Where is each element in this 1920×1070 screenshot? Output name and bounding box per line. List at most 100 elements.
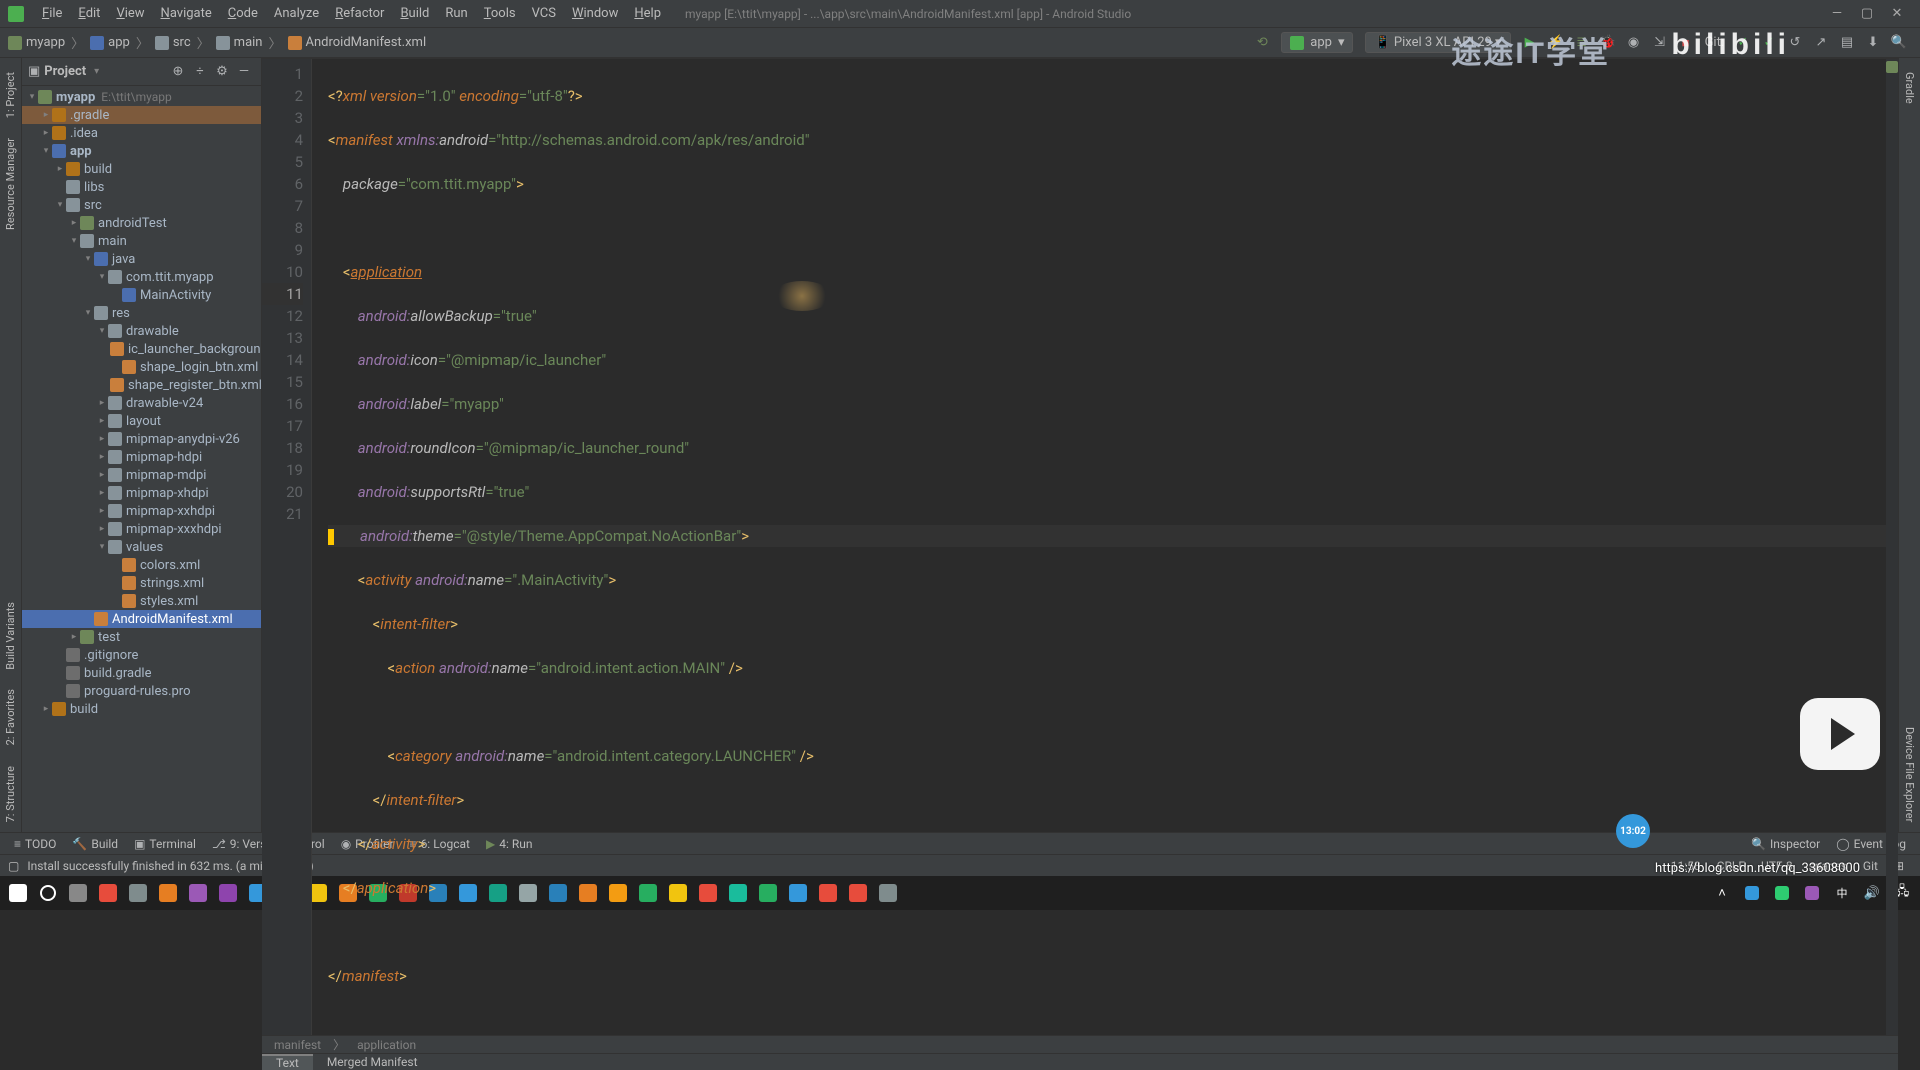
- menu-build[interactable]: Build: [392, 6, 437, 21]
- tree-mipmap-anydpi[interactable]: ▸mipmap-anydpi-v26: [22, 430, 261, 448]
- breadcrumb-file[interactable]: AndroidManifest.xml: [288, 35, 427, 50]
- tree-build2[interactable]: ▸build: [22, 700, 261, 718]
- maximize-button[interactable]: ▢: [1852, 0, 1882, 28]
- select-opened-file-icon[interactable]: ⊕: [169, 63, 187, 81]
- menu-view[interactable]: View: [108, 6, 152, 21]
- tree-libs[interactable]: libs: [22, 178, 261, 196]
- debug-button-icon[interactable]: 🐞: [1597, 32, 1619, 54]
- tree-values[interactable]: ▾values: [22, 538, 261, 556]
- tab-build-variants[interactable]: Build Variants: [2, 592, 19, 680]
- menu-edit[interactable]: Edit: [70, 6, 108, 21]
- tree-layout[interactable]: ▸layout: [22, 412, 261, 430]
- tree-strings-xml[interactable]: strings.xml: [22, 574, 261, 592]
- tree-androidtest[interactable]: ▸androidTest: [22, 214, 261, 232]
- close-window-button[interactable]: ✕: [1882, 0, 1912, 28]
- device-selector[interactable]: 📱 Pixel 3 XL API 29 ▾: [1365, 32, 1510, 53]
- tree-manifest[interactable]: AndroidManifest.xml: [22, 610, 261, 628]
- tree-shape-register[interactable]: shape_register_btn.xml: [22, 376, 261, 394]
- tree-gitignore[interactable]: .gitignore: [22, 646, 261, 664]
- tree-idea[interactable]: ▸.idea: [22, 124, 261, 142]
- tree-java[interactable]: ▾java: [22, 250, 261, 268]
- tree-mipmap-xxhdpi[interactable]: ▸mipmap-xxhdpi: [22, 502, 261, 520]
- tab-project[interactable]: 1: Project: [2, 62, 19, 128]
- tree-drawable[interactable]: ▾drawable: [22, 322, 261, 340]
- start-menu-icon[interactable]: [4, 879, 32, 907]
- menu-window[interactable]: Window: [564, 6, 626, 21]
- taskbar-app-5[interactable]: [214, 879, 242, 907]
- tree-colors-xml[interactable]: colors.xml: [22, 556, 261, 574]
- taskbar-app-1[interactable]: [94, 879, 122, 907]
- tree-shape-login[interactable]: shape_login_btn.xml: [22, 358, 261, 376]
- toolwindow-build[interactable]: 🔨Build: [64, 837, 126, 851]
- subtab-merged-manifest[interactable]: Merged Manifest: [313, 1054, 432, 1070]
- breadcrumb-main[interactable]: main: [216, 35, 263, 50]
- tree-pkg[interactable]: ▾com.ttit.myapp: [22, 268, 261, 286]
- search-everywhere-icon[interactable]: 🔍: [1888, 32, 1910, 54]
- avd-manager-icon[interactable]: ▤: [1836, 32, 1858, 54]
- taskbar-app-3[interactable]: [154, 879, 182, 907]
- expand-all-icon[interactable]: ÷: [191, 63, 209, 81]
- tree-mipmap-hdpi[interactable]: ▸mipmap-hdpi: [22, 448, 261, 466]
- tree-mipmap-xxxhdpi[interactable]: ▸mipmap-xxxhdpi: [22, 520, 261, 538]
- tree-app[interactable]: ▾app: [22, 142, 261, 160]
- tree-main[interactable]: ▾main: [22, 232, 261, 250]
- crumb-application[interactable]: application: [357, 1038, 416, 1052]
- tree-gradle[interactable]: ▸.gradle: [22, 106, 261, 124]
- tab-device-file-explorer[interactable]: Device File Explorer: [1901, 717, 1918, 832]
- menu-file[interactable]: FFileile: [34, 6, 70, 21]
- menu-tools[interactable]: Tools: [476, 6, 524, 21]
- menu-run[interactable]: Run: [437, 6, 475, 21]
- apply-code-icon[interactable]: ≣: [1571, 32, 1593, 54]
- run-config-selector[interactable]: app ▾: [1281, 32, 1353, 53]
- tab-resource-manager[interactable]: Resource Manager: [2, 128, 19, 240]
- tree-mipmap-mdpi[interactable]: ▸mipmap-mdpi: [22, 466, 261, 484]
- apply-changes-icon[interactable]: ⚡: [1545, 32, 1567, 54]
- error-stripe[interactable]: [1886, 59, 1898, 1035]
- toolwindow-todo[interactable]: ≡TODO: [6, 837, 64, 851]
- tree-ic-launcher-bg[interactable]: ic_launcher_background.xml: [22, 340, 261, 358]
- menu-refactor[interactable]: Refactor: [327, 6, 392, 21]
- attach-debugger-icon[interactable]: ⇲: [1649, 32, 1671, 54]
- project-view-selector[interactable]: Project: [44, 64, 86, 79]
- tab-favorites[interactable]: 2: Favorites: [2, 679, 19, 755]
- code-editor[interactable]: 12345 678910 1112131415 161718192021 <?x…: [262, 59, 1898, 1035]
- vcs-commit-icon[interactable]: ✓: [1758, 32, 1780, 54]
- profiler-icon[interactable]: ◉: [1623, 32, 1645, 54]
- tree-styles-xml[interactable]: styles.xml: [22, 592, 261, 610]
- tool-window-quick-access-icon[interactable]: ▢: [8, 859, 19, 873]
- project-tree[interactable]: ▾myappE:\ttit\myapp ▸.gradle ▸.idea ▾app…: [22, 86, 261, 832]
- code-content[interactable]: <?xml version="1.0" encoding="utf-8"?> <…: [312, 59, 1898, 1035]
- taskbar-app-2[interactable]: [124, 879, 152, 907]
- tree-mipmap-xhdpi[interactable]: ▸mipmap-xhdpi: [22, 484, 261, 502]
- settings-gear-icon[interactable]: ⚙: [213, 63, 231, 81]
- breadcrumb-app[interactable]: app: [90, 35, 130, 50]
- toolwindow-terminal[interactable]: ▣Terminal: [126, 837, 204, 851]
- tab-gradle[interactable]: Gradle: [1901, 62, 1918, 114]
- menu-analyze[interactable]: Analyze: [266, 6, 327, 21]
- vcs-history -icon[interactable]: ↺: [1784, 32, 1806, 54]
- tree-build-gradle[interactable]: build.gradle: [22, 664, 261, 682]
- sdk-manager-icon[interactable]: ⬇: [1862, 32, 1884, 54]
- cortana-icon[interactable]: [34, 879, 62, 907]
- minimize-button[interactable]: —: [1822, 0, 1852, 28]
- vcs-update-icon[interactable]: ✓: [1732, 32, 1754, 54]
- taskbar-app-4[interactable]: [184, 879, 212, 907]
- tree-res[interactable]: ▾res: [22, 304, 261, 322]
- tree-root[interactable]: ▾myappE:\ttit\myapp: [22, 88, 261, 106]
- tree-mainactivity[interactable]: MainActivity: [22, 286, 261, 304]
- tree-test[interactable]: ▸test: [22, 628, 261, 646]
- stop-button-icon[interactable]: ■: [1675, 32, 1697, 54]
- tab-structure[interactable]: 7: Structure: [2, 756, 19, 832]
- crumb-manifest[interactable]: manifest: [274, 1038, 321, 1052]
- breadcrumb-src[interactable]: src: [155, 35, 191, 50]
- video-play-button[interactable]: [1800, 698, 1880, 770]
- subtab-text[interactable]: Text: [262, 1054, 313, 1070]
- hide-panel-icon[interactable]: —: [235, 63, 253, 81]
- tree-drawable-v24[interactable]: ▸drawable-v24: [22, 394, 261, 412]
- menu-help[interactable]: Help: [626, 6, 669, 21]
- vcs-push-icon[interactable]: ↗: [1810, 32, 1832, 54]
- tree-src[interactable]: ▾src: [22, 196, 261, 214]
- tree-build[interactable]: ▸build: [22, 160, 261, 178]
- menu-vcs[interactable]: VCS: [524, 6, 564, 21]
- run-button-icon[interactable]: ▶: [1519, 32, 1541, 54]
